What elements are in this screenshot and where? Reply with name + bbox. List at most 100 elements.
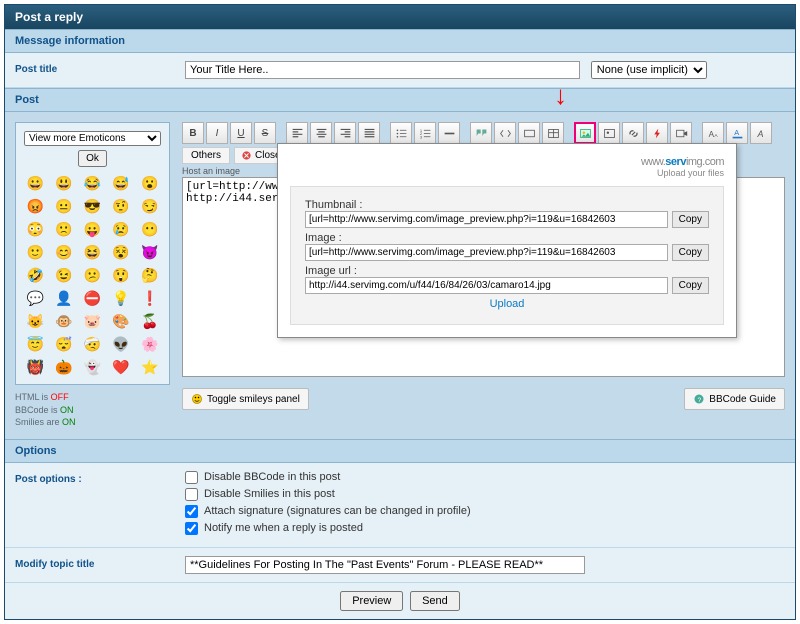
smiley-icon[interactable]: 😶 [138,221,161,238]
post-title-input[interactable] [185,61,580,79]
smiley-icon[interactable]: 🎨 [110,313,133,330]
quote-button[interactable] [470,122,492,144]
smiley-icon[interactable]: 😴 [53,336,76,353]
smiley-icon[interactable]: 🙁 [53,221,76,238]
smiley-icon[interactable]: 🤨 [110,198,133,215]
smiley-icon[interactable]: 😺 [24,313,47,330]
smiley-icon[interactable]: 😀 [24,175,47,192]
smiley-icon[interactable]: 🤕 [81,336,104,353]
smiley-icon[interactable]: 😉 [53,267,76,284]
smiley-icon[interactable]: 💡 [110,290,133,307]
smiley-icon[interactable]: ❗ [138,290,161,307]
tab-others[interactable]: Others [182,147,230,164]
upload-link[interactable]: Upload [305,298,709,310]
smiley-icon[interactable]: 😛 [81,221,104,238]
spoiler-button[interactable] [518,122,540,144]
smiley-icon[interactable]: 🙂 [24,244,47,261]
emoticon-category-select[interactable]: View more Emoticons [24,131,161,146]
list-number-button[interactable]: 123 [414,122,436,144]
strike-button[interactable]: S [254,122,276,144]
video-button[interactable] [670,122,692,144]
notify-reply-option[interactable]: Notify me when a reply is posted [185,522,785,535]
post-title-label: Post title [15,61,185,79]
smiley-icon[interactable]: 😢 [110,221,133,238]
table-button[interactable] [542,122,564,144]
toggle-smileys-button[interactable]: Toggle smileys panel [182,388,309,410]
smiley-icon[interactable]: 😃 [53,175,76,192]
italic-button[interactable]: I [206,122,228,144]
smiley-icon[interactable]: 👽 [110,336,133,353]
smiley-icon[interactable]: 🌸 [138,336,161,353]
smiley-icon[interactable]: 😂 [81,175,104,192]
svg-text:A: A [714,132,718,138]
smiley-icon[interactable]: 😇 [24,336,47,353]
smiley-icon[interactable]: 😲 [110,267,133,284]
font-color-button[interactable]: A [726,122,748,144]
close-icon [241,150,252,161]
svg-text:?: ? [698,397,702,404]
disable-bbcode-option[interactable]: Disable BBCode in this post [185,471,785,484]
smiley-icon[interactable]: 👻 [81,359,104,376]
font-size-button[interactable]: AA [702,122,724,144]
smiley-icon[interactable]: 😆 [81,244,104,261]
link-button[interactable] [622,122,644,144]
smiley-icon[interactable]: ⭐ [138,359,161,376]
flash-button[interactable] [646,122,668,144]
smiley-icon[interactable]: 😏 [138,198,161,215]
send-button[interactable]: Send [410,591,460,611]
topic-icon-select[interactable]: None (use implicit) [591,61,707,79]
smiley-icon[interactable]: 😳 [24,221,47,238]
smiley-icon[interactable]: 😈 [138,244,161,261]
svg-text:3: 3 [419,134,422,139]
disable-smilies-option[interactable]: Disable Smilies in this post [185,488,785,501]
image-url-label: Image url : [305,265,709,277]
align-justify-button[interactable] [358,122,380,144]
smiley-toggle-icon [191,393,203,405]
smiley-icon[interactable]: 🐷 [81,313,104,330]
smiley-icon[interactable]: 😕 [81,267,104,284]
smiley-icon[interactable]: 🐵 [53,313,76,330]
smiley-icon[interactable]: 😐 [53,198,76,215]
smiley-icon[interactable]: 😊 [53,244,76,261]
smiley-icon[interactable]: 😮 [138,175,161,192]
bold-button[interactable]: B [182,122,204,144]
hr-button[interactable] [438,122,460,144]
align-left-button[interactable] [286,122,308,144]
smiley-icon[interactable]: 🤣 [24,267,47,284]
smiley-icon[interactable]: ❤️ [110,359,133,376]
smiley-icon[interactable]: 💬 [24,290,47,307]
underline-button[interactable]: U [230,122,252,144]
smiley-icon[interactable]: 😡 [24,198,47,215]
smiley-icon[interactable]: 😎 [81,198,104,215]
smiley-icon[interactable]: 👤 [53,290,76,307]
thumbnail-input[interactable] [305,211,668,228]
thumbnail-copy-button[interactable]: Copy [672,211,709,228]
servimg-logo: www.servimg.com [290,156,724,168]
image-url-input[interactable] [305,277,668,294]
align-right-button[interactable] [334,122,356,144]
attach-signature-option[interactable]: Attach signature (signatures can be chan… [185,505,785,518]
modify-topic-input[interactable] [185,556,585,574]
emoticon-ok-button[interactable]: Ok [78,150,107,167]
image-bbcode-copy-button[interactable]: Copy [672,244,709,261]
smiley-icon[interactable]: 😅 [110,175,133,192]
bbcode-guide-button[interactable]: ? BBCode Guide [684,388,785,410]
smiley-icon[interactable]: 👹 [24,359,47,376]
code-button[interactable] [494,122,516,144]
smiley-icon[interactable]: 🤔 [138,267,161,284]
image-button[interactable] [598,122,620,144]
preview-button[interactable]: Preview [340,591,403,611]
image-bbcode-input[interactable] [305,244,668,261]
post-options-label: Post options : [15,471,185,539]
list-bullet-button[interactable] [390,122,412,144]
image-url-copy-button[interactable]: Copy [672,277,709,294]
section-post: Post [5,88,795,112]
smiley-icon[interactable]: ⛔ [81,290,104,307]
page-title: Post a reply [5,5,795,29]
host-image-button[interactable] [574,122,596,144]
smiley-icon[interactable]: 😵 [110,244,133,261]
font-family-button[interactable]: A [750,122,772,144]
smiley-icon[interactable]: 🎃 [53,359,76,376]
smiley-icon[interactable]: 🍒 [138,313,161,330]
align-center-button[interactable] [310,122,332,144]
